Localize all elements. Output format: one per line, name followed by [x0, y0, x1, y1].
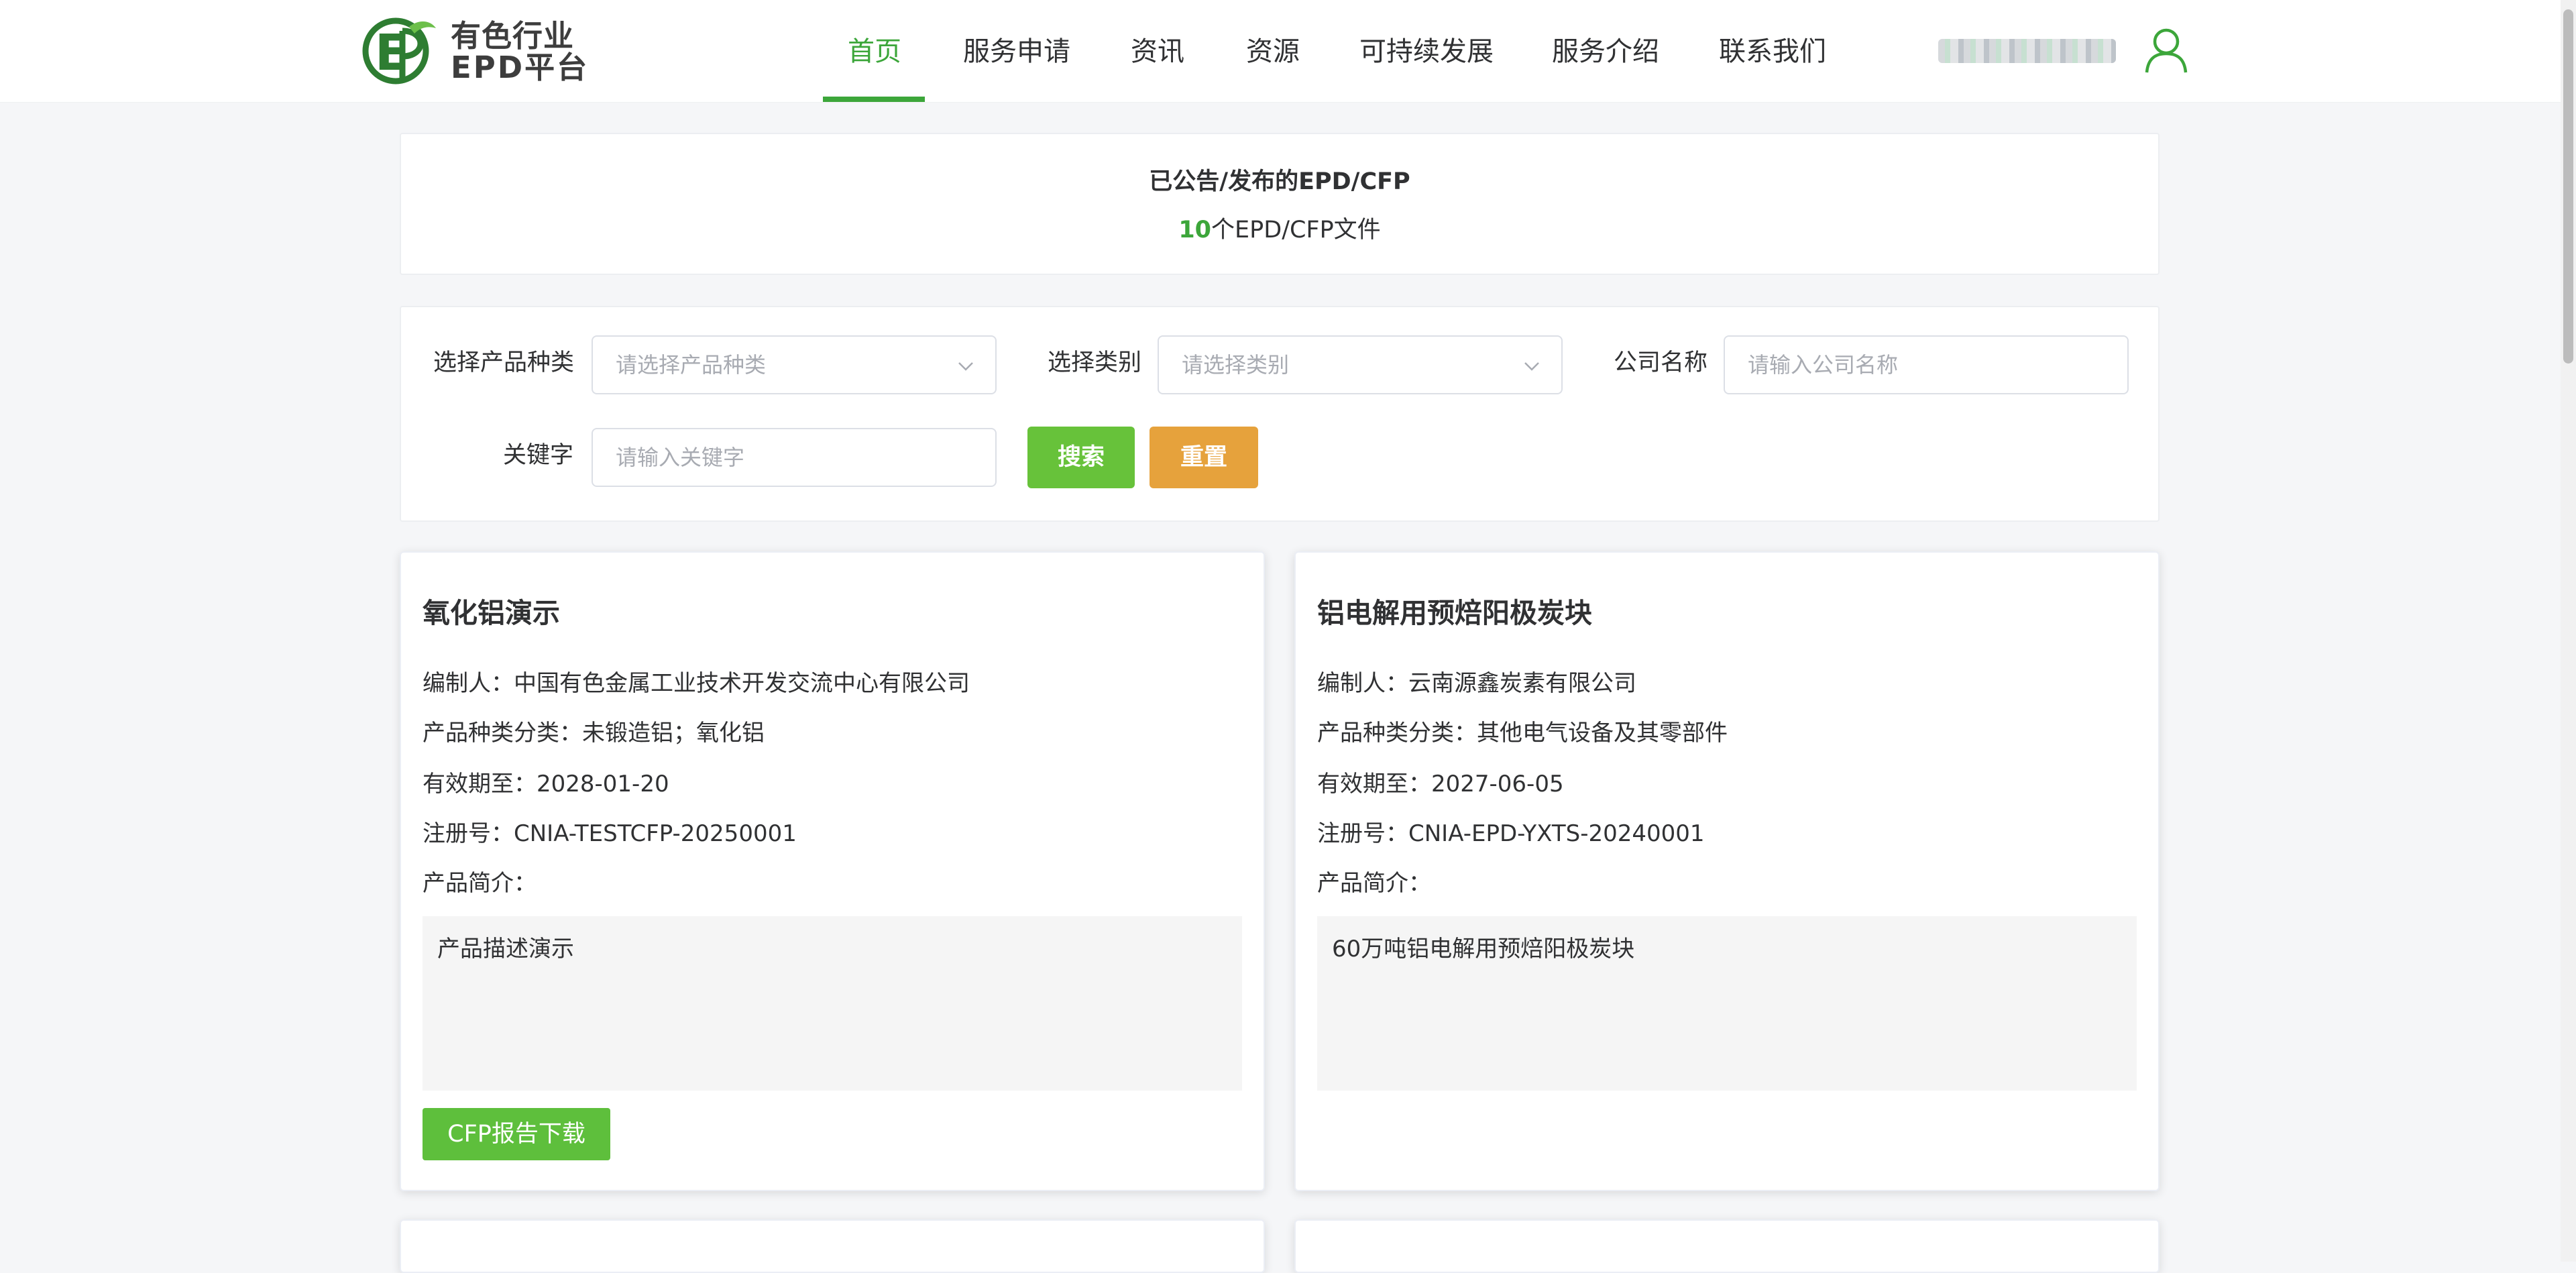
scrollbar-thumb[interactable]	[2563, 9, 2573, 364]
blurred-username[interactable]	[1938, 39, 2116, 63]
keyword-placeholder: 请输入关键字	[616, 445, 745, 470]
product-type-label: 选择产品种类	[433, 349, 575, 376]
summary-panel: 已公告/发布的EPD/CFP 10个EPD/CFP文件	[400, 133, 2160, 275]
card-compiler: 编制人：云南源鑫炭素有限公司	[1317, 670, 1636, 697]
chevron-down-icon	[958, 362, 973, 371]
company-name-input[interactable]: 请输入公司名称	[1724, 335, 2129, 394]
card-registration: 注册号：CNIA-EPD-YXTS-20240001	[1317, 820, 1705, 847]
filter-panel: 选择产品种类 请选择产品种类 选择类别 请选择类别 公司名称 请输入公司名称 关…	[400, 306, 2160, 522]
product-type-placeholder: 请选择产品种类	[616, 352, 767, 378]
nav-item-contact[interactable]: 联系我们	[1719, 30, 1826, 73]
chevron-down-icon	[1524, 362, 1539, 371]
card-category: 产品种类分类：未锻造铝；氧化铝	[423, 720, 765, 746]
card-intro-label: 产品简介：	[1317, 870, 1431, 897]
logo-text-line2: EPD平台	[451, 50, 590, 85]
category-placeholder: 请选择类别	[1182, 352, 1290, 378]
nav-item-service-intro[interactable]: 服务介绍	[1552, 30, 1659, 73]
page-scrollbar[interactable]	[2561, 0, 2576, 1262]
reset-button[interactable]: 重置	[1150, 427, 1258, 488]
epd-card-partial	[1294, 1219, 2160, 1273]
logo-text-line1: 有色行业	[451, 18, 575, 54]
card-valid-until: 有效期至：2027-06-05	[1317, 771, 1564, 797]
card-registration: 注册号：CNIA-TESTCFP-20250001	[423, 820, 797, 847]
nav-item-news[interactable]: 资讯	[1131, 30, 1184, 73]
document-count-suffix: 个EPD/CFP文件	[1211, 217, 1381, 243]
keyword-input[interactable]: 请输入关键字	[592, 428, 997, 487]
card-title[interactable]: 氧化铝演示	[423, 593, 560, 633]
company-name-label: 公司名称	[1614, 349, 1708, 376]
product-type-select[interactable]: 请选择产品种类	[592, 335, 997, 394]
summary-title: 已公告/发布的EPD/CFP	[1149, 168, 1410, 195]
company-name-placeholder: 请输入公司名称	[1748, 352, 1899, 378]
card-category: 产品种类分类：其他电气设备及其零部件	[1317, 720, 1728, 746]
nav-item-resources[interactable]: 资源	[1246, 30, 1300, 73]
keyword-label: 关键字	[503, 442, 574, 469]
epd-card-partial	[400, 1219, 1265, 1273]
top-nav-bar: E 有色行业 EPD平台 首页 服务申请 资讯 资源 可持续发展 服务介绍 联系…	[0, 0, 2561, 103]
epd-card: 氧化铝演示 编制人：中国有色金属工业技术开发交流中心有限公司 产品种类分类：未锻…	[400, 551, 1265, 1191]
cfp-report-download-button[interactable]: CFP报告下载	[423, 1108, 610, 1160]
card-description: 60万吨铝电解用预焙阳极炭块	[1317, 916, 2137, 1091]
epd-logo-icon: E	[362, 17, 436, 85]
epd-card: 铝电解用预焙阳极炭块 编制人：云南源鑫炭素有限公司 产品种类分类：其他电气设备及…	[1294, 551, 2160, 1191]
card-description: 产品描述演示	[423, 916, 1242, 1091]
nav-item-home[interactable]: 首页	[848, 30, 901, 73]
card-compiler: 编制人：中国有色金属工业技术开发交流中心有限公司	[423, 670, 970, 697]
card-intro-label: 产品简介：	[423, 870, 537, 897]
search-button[interactable]: 搜索	[1027, 427, 1135, 488]
document-count: 10	[1178, 217, 1212, 243]
category-label: 选择类别	[1048, 349, 1142, 376]
card-valid-until: 有效期至：2028-01-20	[423, 771, 669, 797]
card-title[interactable]: 铝电解用预焙阳极炭块	[1317, 593, 1592, 633]
nav-item-sustainability[interactable]: 可持续发展	[1359, 30, 1494, 73]
summary-count: 10个EPD/CFP文件	[401, 213, 2158, 247]
active-nav-indicator	[823, 97, 925, 102]
category-select[interactable]: 请选择类别	[1158, 335, 1563, 394]
nav-item-service-application[interactable]: 服务申请	[963, 30, 1070, 73]
user-icon[interactable]	[2144, 27, 2188, 74]
